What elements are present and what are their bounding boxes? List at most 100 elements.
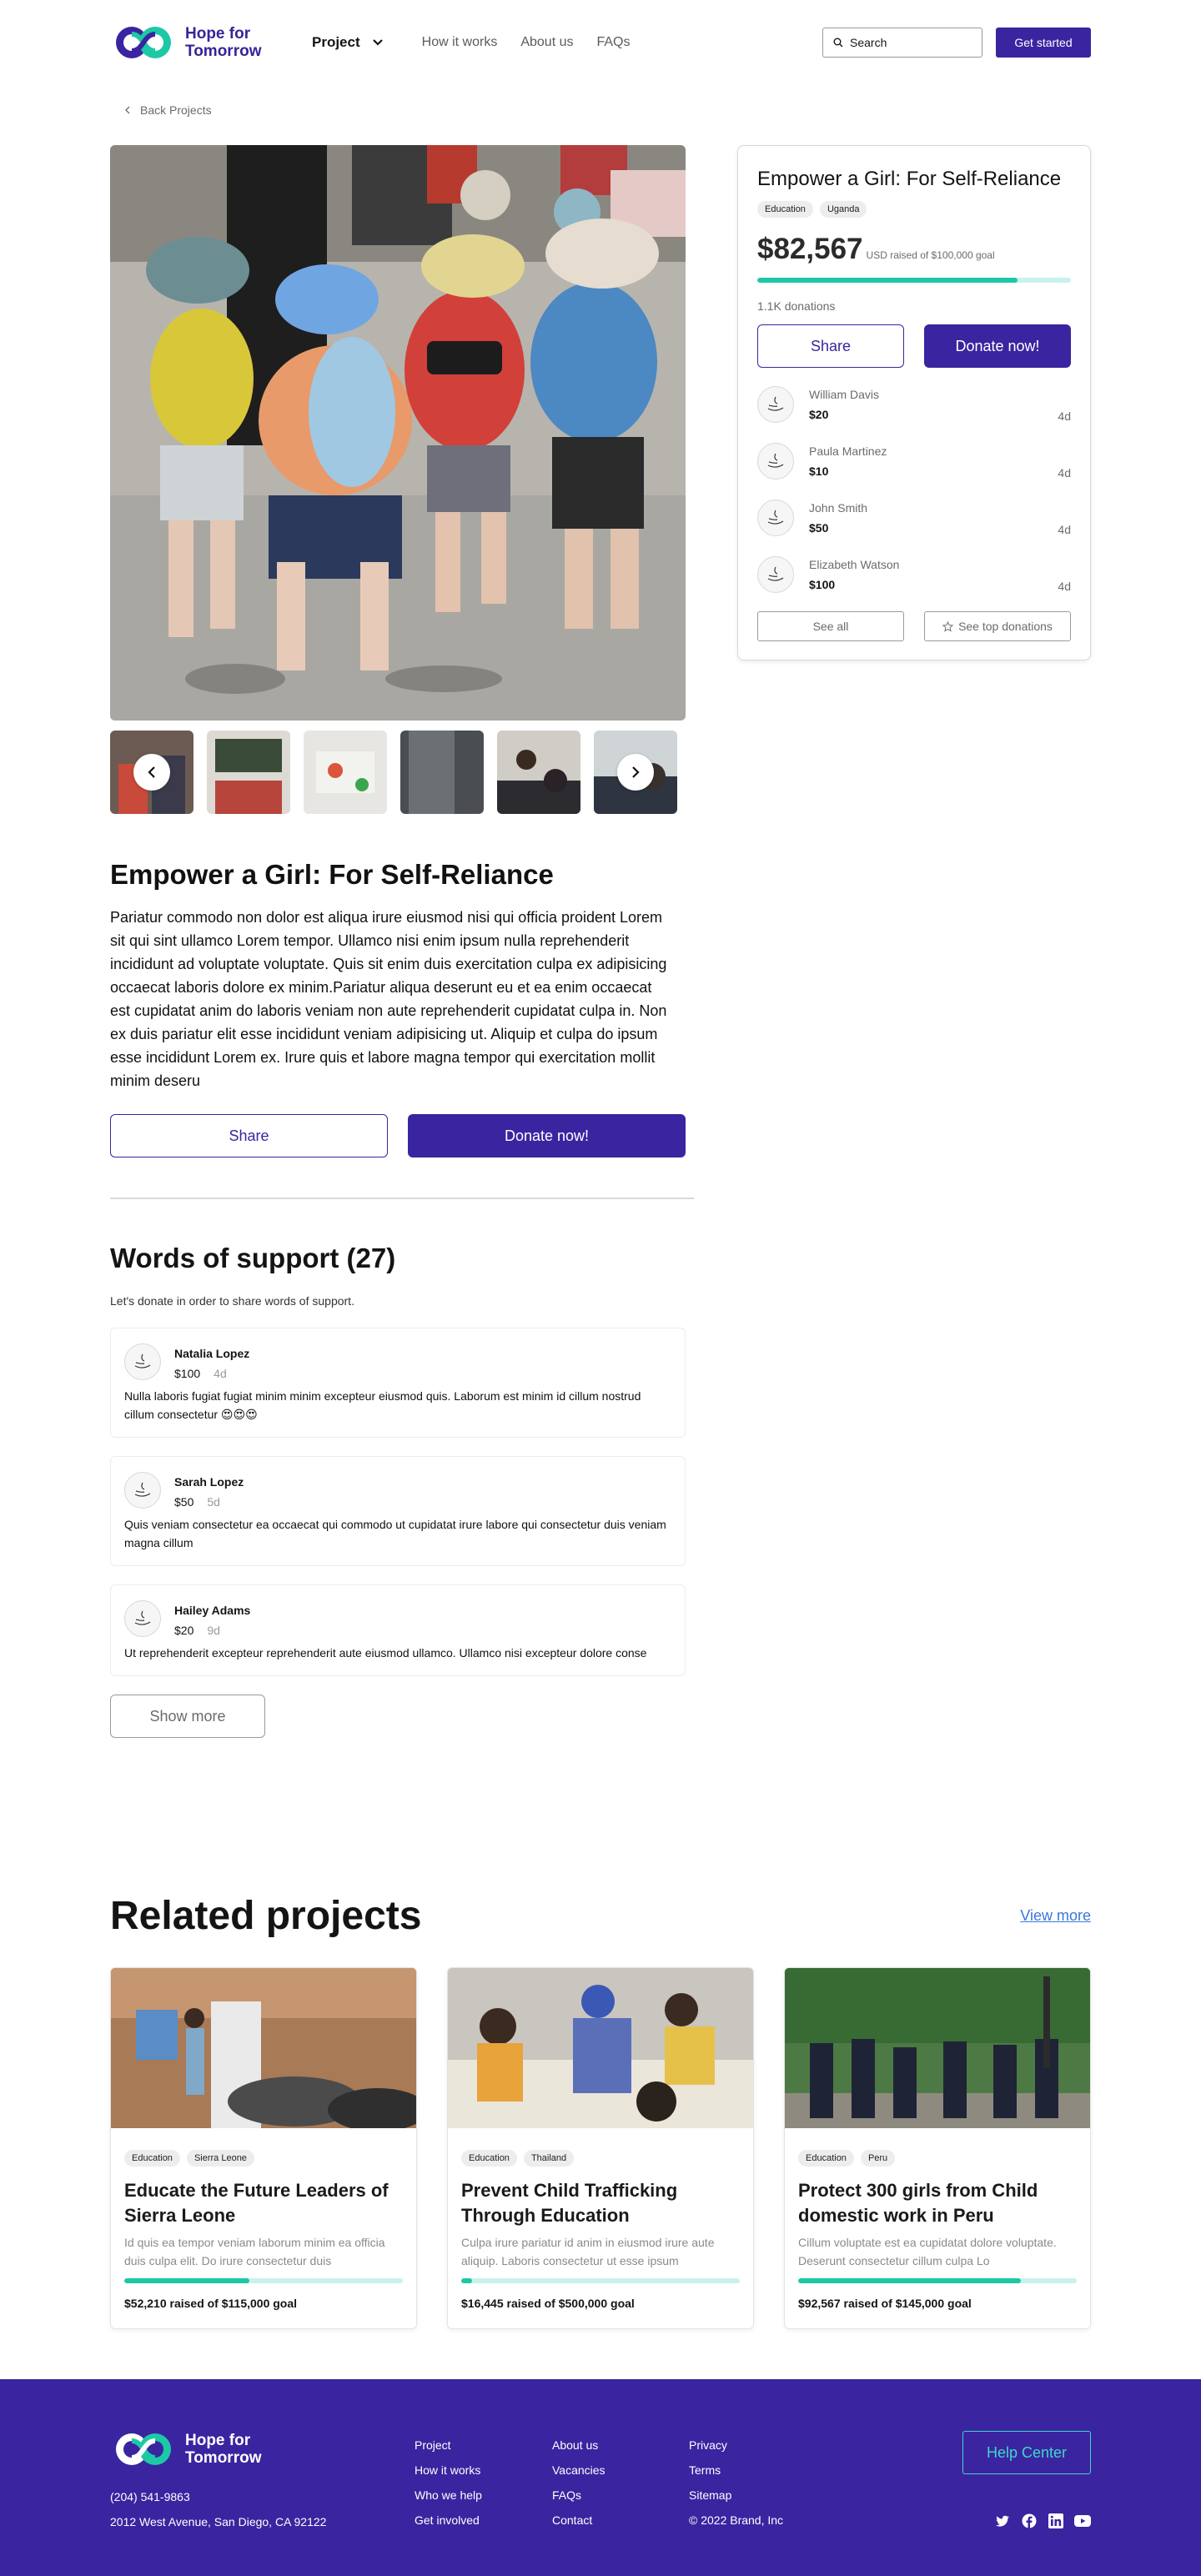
footer-link[interactable]: About us <box>552 2433 606 2458</box>
see-top-donations-label: See top donations <box>958 620 1053 633</box>
project-card-description: Culpa irure pariatur id anim in eiusmod … <box>461 2236 715 2267</box>
footer-address: 2012 West Avenue, San Diego, CA 92122 <box>110 2515 327 2528</box>
related-projects: Related projects View more Education Sier… <box>110 1893 1091 2329</box>
nav-link-how-it-works[interactable]: How it works <box>422 35 498 50</box>
tag: Sierra Leone <box>186 2150 254 2167</box>
share-button[interactable]: Share <box>110 1114 388 1157</box>
donor-row: Elizabeth Watson $100 4d <box>757 556 1071 593</box>
chevron-right-icon <box>632 766 640 778</box>
project-card-title: Prevent Child Trafficking Through Educat… <box>461 2180 678 2226</box>
progress-bar <box>461 2278 740 2283</box>
footer-link[interactable]: Privacy <box>689 2433 783 2458</box>
donor-time: 4d <box>1058 409 1071 423</box>
avatar <box>757 443 794 480</box>
progress-bar <box>798 2278 1077 2283</box>
linkedin-icon[interactable] <box>1048 2513 1064 2529</box>
hand-heart-icon <box>134 1482 151 1497</box>
search-placeholder: Search <box>850 36 887 49</box>
footer-phone[interactable]: (204) 541-9863 <box>110 2484 326 2509</box>
hand-heart-icon <box>767 566 784 581</box>
star-icon <box>942 620 954 632</box>
thumbnail[interactable] <box>497 731 580 814</box>
comment-text: Nulla laboris fugiat fugiat minim minim … <box>124 1389 641 1421</box>
project-card-title: Protect 300 girls from Child domestic wo… <box>798 2180 1038 2226</box>
comment-card: Natalia Lopez $100 4d Nulla laboris fugia… <box>110 1328 686 1438</box>
footer-link[interactable]: Get involved <box>415 2508 482 2533</box>
view-more-link[interactable]: View more <box>1020 1907 1091 1925</box>
comment-amount: $50 <box>174 1495 194 1509</box>
donation-card: Empower a Girl: For Self-Reliance Educat… <box>737 145 1091 660</box>
card-donate-button[interactable]: Donate now! <box>924 324 1071 368</box>
section-divider <box>110 1198 694 1199</box>
brand-line-2: Tomorrow <box>185 43 262 60</box>
nav-link-faqs[interactable]: FAQs <box>596 35 630 50</box>
hand-heart-icon <box>134 1353 151 1368</box>
footer-link[interactable]: FAQs <box>552 2483 606 2508</box>
footer-links-about: About us Vacancies FAQs Contact <box>552 2433 606 2533</box>
comment-text: Ut reprehenderit excepteur reprehenderit… <box>124 1646 647 1660</box>
next-arrow-button[interactable] <box>617 754 654 791</box>
hero-image <box>110 145 686 721</box>
facebook-icon[interactable] <box>1021 2513 1038 2529</box>
progress-bar-fill <box>798 2278 1022 2283</box>
donor-row: William Davis $20 4d <box>757 386 1071 423</box>
comment-card: Sarah Lopez $50 5d Quis veniam consectetu… <box>110 1456 686 1566</box>
progress-bar-fill <box>757 278 1018 283</box>
footer-link[interactable]: Terms <box>689 2458 783 2483</box>
avatar <box>124 1600 161 1637</box>
see-all-button[interactable]: See all <box>757 611 904 641</box>
project-card-image <box>448 1968 753 2128</box>
chevron-down-icon <box>372 39 383 46</box>
avatar <box>757 556 794 593</box>
footer-link[interactable]: Vacancies <box>552 2458 606 2483</box>
footer-logo[interactable]: Hope for Tomorrow <box>110 2429 277 2469</box>
youtube-icon[interactable] <box>1074 2513 1091 2529</box>
project-card-image <box>111 1968 416 2128</box>
twitter-icon[interactable] <box>994 2513 1011 2529</box>
see-top-donations-button[interactable]: See top donations <box>924 611 1071 641</box>
footer-link[interactable]: How it works <box>415 2458 482 2483</box>
nav-project-label: Project <box>312 34 360 50</box>
footer-link[interactable]: Contact <box>552 2508 606 2533</box>
project-description: Pariatur commodo non dolor est aliqua ir… <box>110 909 667 1089</box>
avatar <box>757 500 794 536</box>
help-center-button[interactable]: Help Center <box>962 2431 1091 2474</box>
nav-project-dropdown[interactable]: Project <box>312 34 384 51</box>
footer-link[interactable]: Project <box>415 2433 482 2458</box>
project-card-description: Cillum voluptate est ea cupidatat dolore… <box>798 2236 1057 2267</box>
chevron-left-icon <box>125 106 130 114</box>
tag: Peru <box>860 2150 896 2167</box>
prev-arrow-button[interactable] <box>133 754 170 791</box>
back-link[interactable]: Back Projects <box>125 103 1091 117</box>
search-input[interactable]: Search <box>822 28 982 58</box>
get-started-button[interactable]: Get started <box>996 28 1091 58</box>
show-more-button[interactable]: Show more <box>110 1695 265 1738</box>
brand-logo[interactable]: Hope for Tomorrow <box>110 23 277 63</box>
thumbnail[interactable] <box>304 731 387 814</box>
donor-amount: $10 <box>809 464 829 478</box>
donor-name: Elizabeth Watson <box>809 558 900 571</box>
card-title: Empower a Girl: For Self-Reliance <box>757 168 1062 190</box>
project-card[interactable]: Education Thailand Prevent Child Traffick… <box>447 1967 754 2329</box>
donor-amount: $20 <box>809 408 829 421</box>
project-card-raised: $92,567 raised of $145,000 goal <box>798 2297 972 2310</box>
donor-name: Paula Martinez <box>809 444 887 458</box>
footer-link[interactable]: Who we help <box>415 2483 482 2508</box>
footer-link[interactable]: Sitemap <box>689 2483 783 2508</box>
thumbnail[interactable] <box>207 731 290 814</box>
donor-time: 4d <box>1058 466 1071 480</box>
project-card[interactable]: Education Peru Protect 300 girls from Chi… <box>784 1967 1091 2329</box>
tag: Education <box>461 2150 517 2167</box>
logo-mark-icon <box>116 2433 171 2465</box>
progress-bar <box>124 2278 403 2283</box>
nav-link-about-us[interactable]: About us <box>520 35 573 50</box>
avatar <box>124 1343 161 1380</box>
comment-author: Hailey Adams <box>174 1604 251 1617</box>
hand-heart-icon <box>134 1610 151 1625</box>
donor-amount: $50 <box>809 521 829 535</box>
project-card-image <box>785 1968 1090 2128</box>
card-share-button[interactable]: Share <box>757 324 904 368</box>
donate-button[interactable]: Donate now! <box>408 1114 686 1157</box>
project-card[interactable]: Education Sierra Leone Educate the Future… <box>110 1967 417 2329</box>
thumbnail[interactable] <box>400 731 484 814</box>
